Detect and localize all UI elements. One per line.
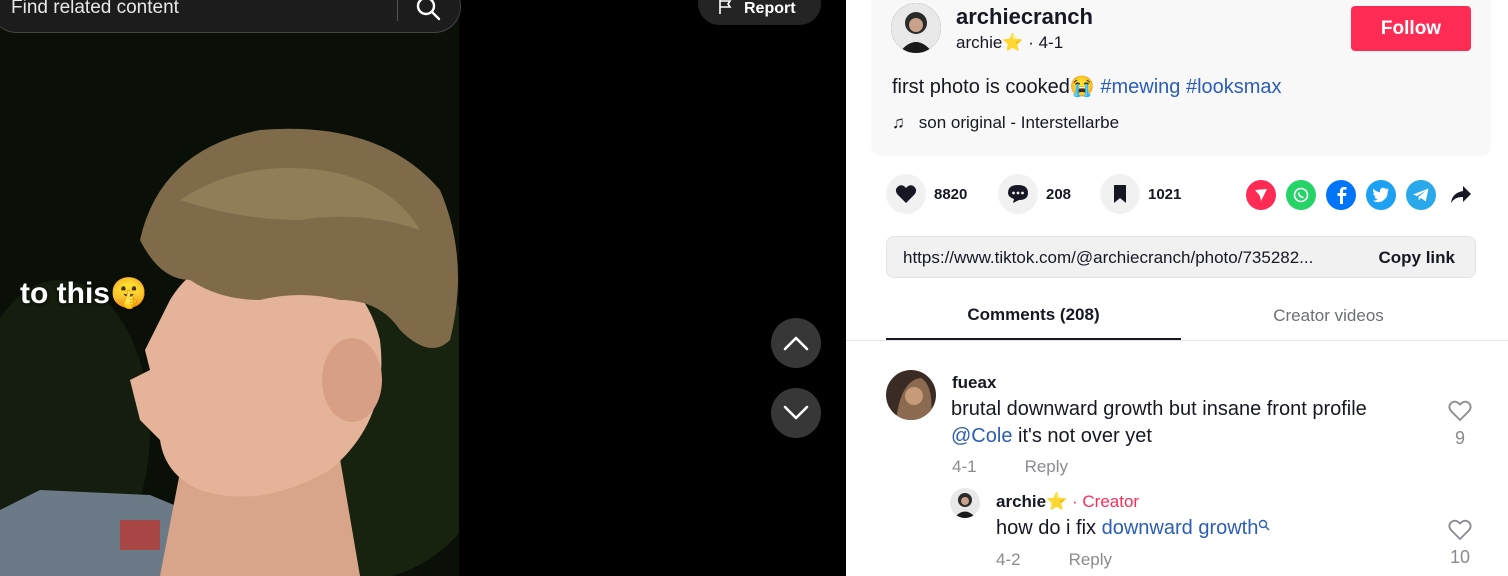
reply-text: how do i fix downward growth xyxy=(996,515,1416,542)
comment-text: brutal downward growth but insane front … xyxy=(951,396,1431,450)
caption-text: first photo is cooked😭 xyxy=(892,76,1095,98)
chevron-up-icon xyxy=(783,336,809,351)
post-photo[interactable]: to this🤫 xyxy=(0,0,459,576)
bookmark-icon[interactable] xyxy=(1100,174,1140,214)
comment-like[interactable]: 9 xyxy=(1445,400,1475,449)
reply-meta: 4-2 Reply xyxy=(996,550,1112,570)
report-button[interactable]: Report xyxy=(698,0,821,25)
reply-reply-button[interactable]: Reply xyxy=(1069,550,1112,569)
search-bar[interactable]: Find related content xyxy=(0,0,461,33)
post-detail-panel: archiecranch archie⭐ · 4-1 Follow first … xyxy=(846,0,1508,576)
comment-body-tail: it's not over yet xyxy=(1012,425,1152,447)
heart-outline-icon[interactable] xyxy=(1448,519,1472,541)
comment-meta: 4-1 Reply xyxy=(952,457,1068,477)
like-count: 8820 xyxy=(934,186,968,203)
share-link-box: https://www.tiktok.com/@archiecranch/pho… xyxy=(886,236,1476,278)
comment-icon[interactable] xyxy=(998,174,1038,214)
author-nickname[interactable]: archie⭐ xyxy=(956,33,1023,52)
reply-like-count: 10 xyxy=(1449,547,1471,567)
comment-count: 208 xyxy=(1046,186,1072,203)
music-title: son original - Interstellarbe xyxy=(918,113,1120,132)
follow-button[interactable]: Follow xyxy=(1351,6,1471,51)
reply-username-row: archie⭐ · Creator xyxy=(996,492,1139,512)
chevron-down-icon xyxy=(783,405,809,420)
facebook-icon[interactable] xyxy=(1326,180,1356,210)
tab-creator-videos[interactable]: Creator videos xyxy=(1181,292,1476,340)
media-viewer: to this🤫 Find related content Report xyxy=(0,0,846,576)
post-date: · 4-1 xyxy=(1028,33,1064,52)
comment-username[interactable]: fueax xyxy=(952,373,996,393)
tab-comments[interactable]: Comments (208) xyxy=(886,292,1181,340)
author-nickname-date: archie⭐ · 4-1 xyxy=(956,33,1063,53)
save-count: 1021 xyxy=(1148,186,1182,203)
music-link[interactable]: ♫ son original - Interstellarbe xyxy=(892,113,1119,133)
comment-avatar[interactable] xyxy=(886,370,936,420)
author-username[interactable]: archiecranch xyxy=(956,4,1093,30)
whatsapp-icon[interactable] xyxy=(1286,180,1316,210)
post-caption: first photo is cooked😭 #mewing #looksmax xyxy=(892,74,1282,99)
previous-button[interactable] xyxy=(771,318,821,368)
creator-badge: · Creator xyxy=(1072,492,1140,511)
comment-mention[interactable]: @Cole xyxy=(951,425,1012,447)
heart-outline-icon[interactable] xyxy=(1448,400,1472,422)
heart-icon[interactable] xyxy=(886,174,926,214)
share-link-url[interactable]: https://www.tiktok.com/@archiecranch/pho… xyxy=(903,248,1313,268)
twitter-icon[interactable] xyxy=(1366,180,1396,210)
reply-button[interactable]: Reply xyxy=(1025,457,1068,476)
telegram-icon[interactable] xyxy=(1406,180,1436,210)
copy-link-button[interactable]: Copy link xyxy=(1378,248,1455,268)
search-icon[interactable] xyxy=(415,0,441,26)
tabs-divider xyxy=(846,340,1508,341)
flag-icon xyxy=(718,0,734,20)
photo-overlay-text: to this🤫 xyxy=(20,277,148,310)
reply-body: how do i fix xyxy=(996,517,1102,539)
send-icon[interactable] xyxy=(1246,180,1276,210)
comment-body: brutal downward growth but insane front … xyxy=(951,398,1367,420)
search-mini-icon xyxy=(1259,519,1270,531)
search-input[interactable]: Find related content xyxy=(11,0,179,19)
next-button[interactable] xyxy=(771,388,821,438)
comment-like-count: 9 xyxy=(1454,428,1465,448)
comment-date: 4-1 xyxy=(952,457,977,476)
avatar[interactable] xyxy=(891,3,941,53)
music-note-icon: ♫ xyxy=(892,113,905,132)
reply-username[interactable]: archie⭐ xyxy=(996,492,1067,511)
reply-date: 4-2 xyxy=(996,550,1021,569)
panel-tabs: Comments (208) Creator videos xyxy=(886,292,1476,340)
report-label: Report xyxy=(744,0,796,17)
hashtag-looksmax[interactable]: #looksmax xyxy=(1186,76,1282,98)
search-divider xyxy=(397,0,398,21)
share-arrow-icon[interactable] xyxy=(1446,180,1476,210)
reply-search-link[interactable]: downward growth xyxy=(1102,517,1259,539)
reply-avatar[interactable] xyxy=(950,488,980,518)
reply-like[interactable]: 10 xyxy=(1445,519,1475,568)
hashtag-mewing[interactable]: #mewing xyxy=(1100,76,1180,98)
